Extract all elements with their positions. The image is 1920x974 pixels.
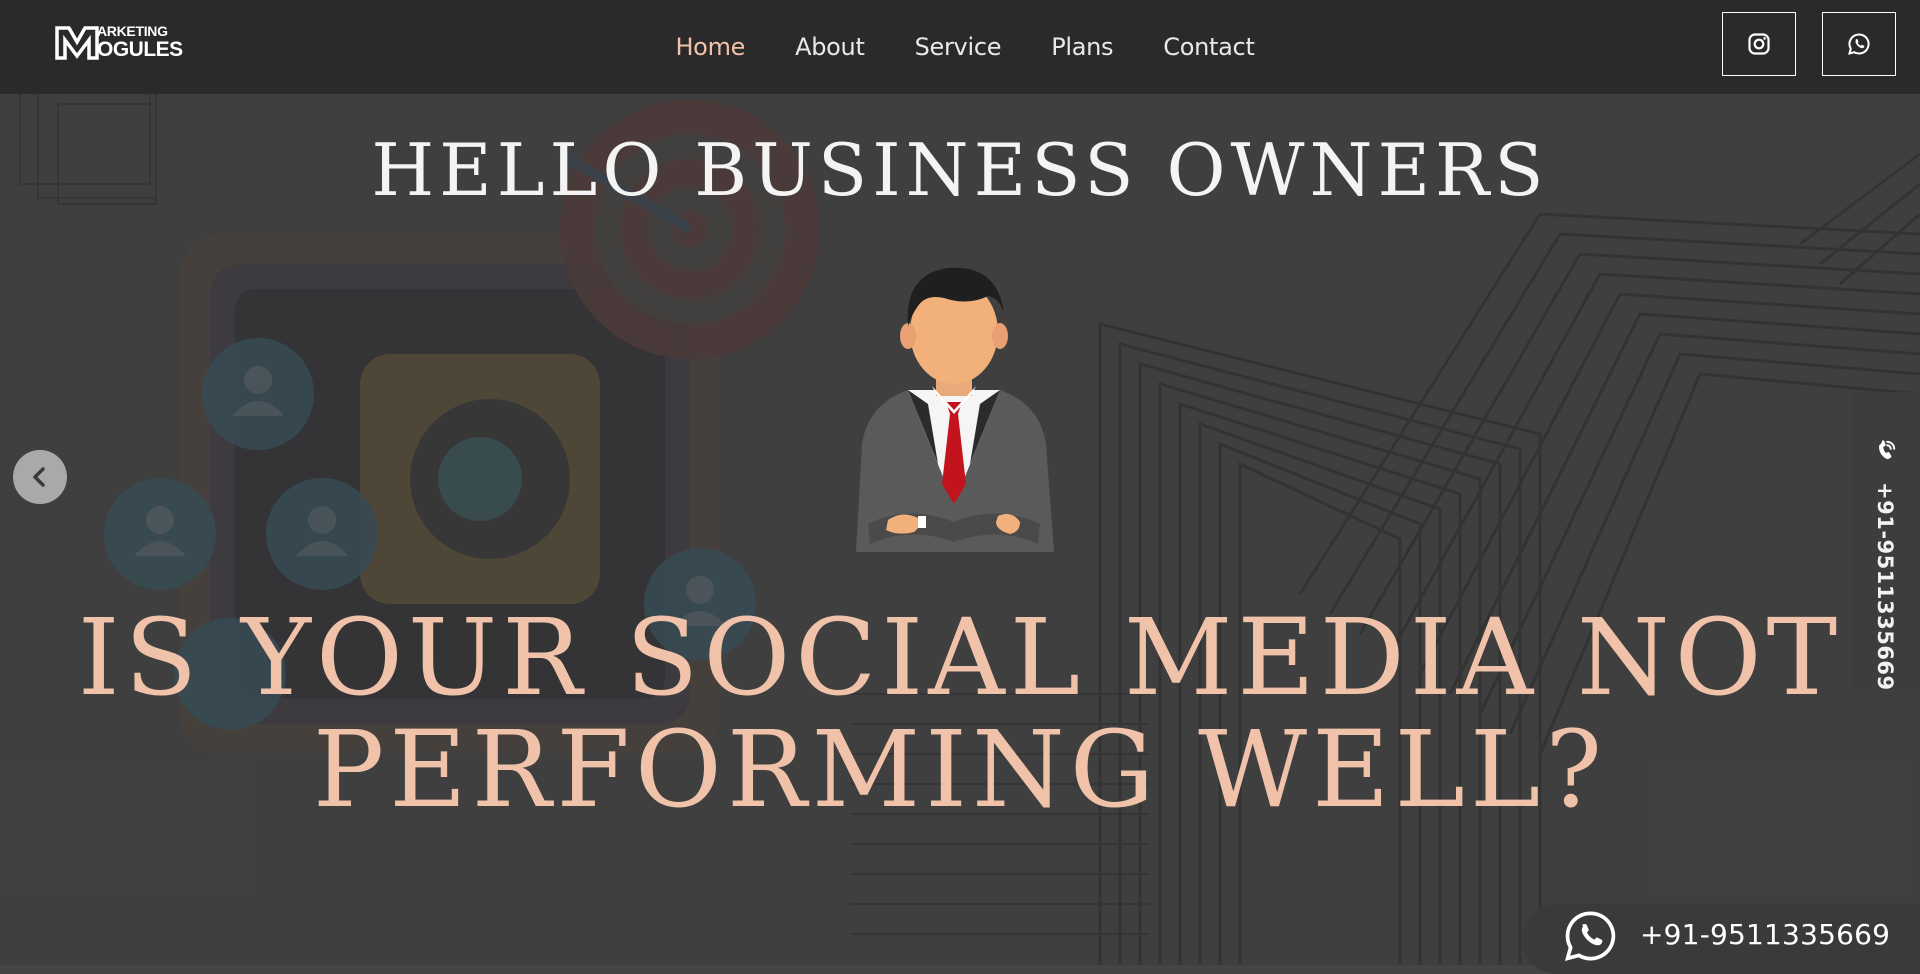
hero-subheading: IS YOUR SOCIAL MEDIA NOT PERFORMING WELL…: [0, 602, 1920, 826]
logo-text-top: ARKETING: [97, 23, 168, 39]
nav-home[interactable]: Home: [675, 33, 745, 61]
phone-icon: [1879, 440, 1896, 460]
hero-heading: HELLO BUSINESS OWNERS: [371, 128, 1549, 212]
instagram-button[interactable]: [1722, 12, 1796, 76]
whatsapp-button[interactable]: [1822, 12, 1896, 76]
whatsapp-contact-pill[interactable]: +91-9511335669: [1522, 904, 1920, 974]
nav-about[interactable]: About: [795, 33, 865, 61]
nav-service[interactable]: Service: [915, 33, 1002, 61]
hero-subheading-line2: PERFORMING WELL?: [312, 708, 1608, 831]
side-call-phone: +91-9511335669: [1873, 482, 1897, 691]
logo-m-mark: [55, 26, 99, 60]
brand-logo[interactable]: ARKETING OGULES: [55, 22, 183, 66]
hero-subheading-line1: IS YOUR SOCIAL MEDIA NOT: [77, 596, 1843, 719]
businessman-illustration: [856, 267, 1054, 552]
nav-plans[interactable]: Plans: [1051, 33, 1113, 61]
whatsapp-icon: [1848, 33, 1870, 55]
side-call-tab[interactable]: +91-9511335669: [1851, 392, 1920, 691]
instagram-icon: [1748, 33, 1770, 55]
whatsapp-pill-phone: +91-9511335669: [1640, 918, 1891, 951]
site-header: ARKETING OGULES Home About Service Plans…: [0, 0, 1920, 94]
chevron-left-icon: [33, 467, 45, 487]
carousel-prev-button[interactable]: [13, 450, 67, 504]
logo-text-bottom: OGULES: [97, 38, 183, 61]
main-nav: Home About Service Plans Contact: [0, 0, 1920, 94]
whatsapp-icon: [1564, 911, 1616, 962]
nav-contact[interactable]: Contact: [1163, 33, 1255, 61]
hero-section: HELLO BUSINESS OWNERS IS YOUR SOCIAL MED…: [0, 94, 1920, 965]
